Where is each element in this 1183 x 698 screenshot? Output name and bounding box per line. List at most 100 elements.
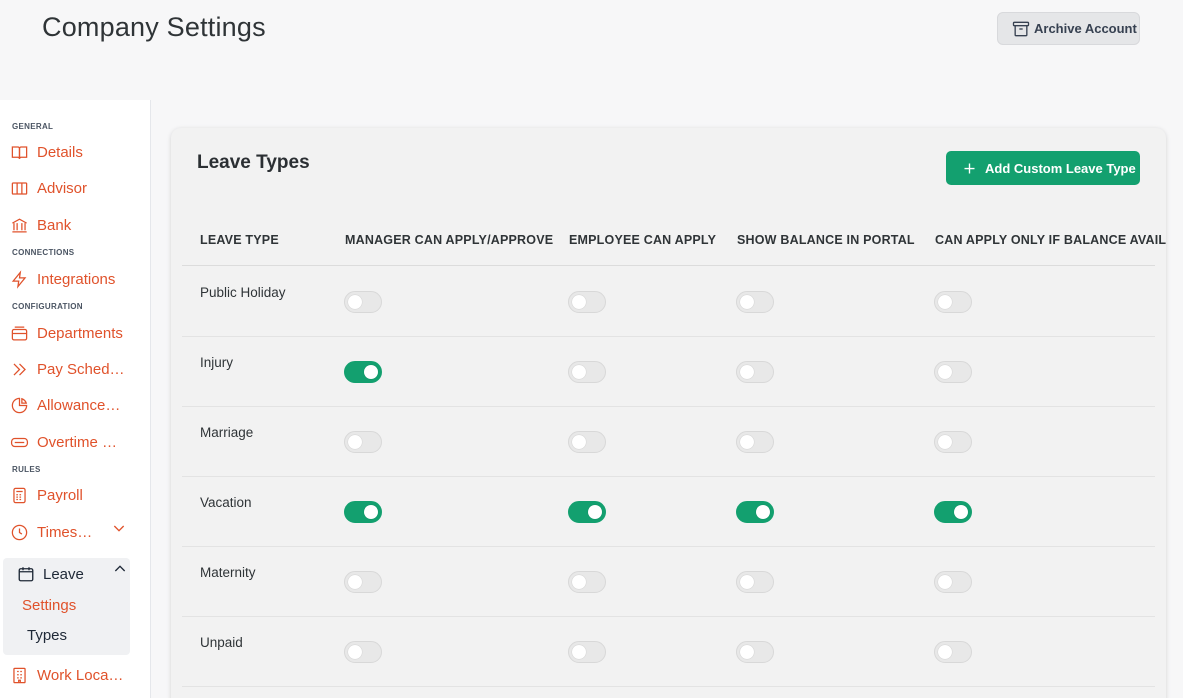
- toggle-balance-available[interactable]: [934, 291, 972, 313]
- card-icon: [10, 437, 29, 447]
- inbox-icon: [11, 326, 28, 340]
- column-header-show-balance: SHOW BALANCE IN PORTAL: [737, 233, 915, 247]
- sidebar-item-departments[interactable]: Departments: [10, 319, 146, 347]
- section-label-connections: CONNECTIONS: [12, 248, 75, 257]
- toggle-knob: [348, 295, 362, 309]
- table-row: Maternity: [182, 547, 1155, 617]
- toggle-employee-can-apply[interactable]: [568, 361, 606, 383]
- sidebar-item-label: Bank: [37, 216, 72, 234]
- building-icon: [13, 667, 26, 683]
- column-header-balance-available: CAN APPLY ONLY IF BALANCE AVAILABLE: [935, 233, 1166, 247]
- calculator-icon: [13, 487, 26, 503]
- sidebar-subitem-settings[interactable]: Settings: [22, 597, 76, 614]
- add-custom-leave-type-button[interactable]: Add Custom Leave Type: [946, 151, 1140, 185]
- leave-type-name: Marriage: [200, 425, 254, 440]
- toggle-knob: [348, 645, 362, 659]
- sidebar-item-allowances[interactable]: Allowances & Deductions: [10, 391, 146, 419]
- column-header-leave-type: LEAVE TYPE: [200, 233, 279, 247]
- toggle-knob: [740, 575, 754, 589]
- columns-icon: [11, 181, 28, 195]
- sidebar-item-label: Leave: [43, 565, 84, 583]
- column-header-employee: EMPLOYEE CAN APPLY: [569, 233, 717, 247]
- toggle-show-balance[interactable]: [736, 291, 774, 313]
- leave-type-name: Injury: [200, 355, 234, 370]
- toggle-knob: [938, 365, 952, 379]
- toggle-employee-can-apply[interactable]: [568, 431, 606, 453]
- toggle-employee-can-apply[interactable]: [568, 641, 606, 663]
- toggle-manager-can-apply[interactable]: [344, 431, 382, 453]
- toggle-show-balance[interactable]: [736, 361, 774, 383]
- toggle-knob: [572, 435, 586, 449]
- table-row: Injury: [182, 337, 1155, 407]
- toggle-show-balance[interactable]: [736, 571, 774, 593]
- leave-type-name: Maternity: [200, 565, 256, 580]
- toggle-knob: [938, 645, 952, 659]
- sidebar-item-label: Payroll: [37, 486, 83, 504]
- toggle-employee-can-apply[interactable]: [568, 291, 606, 313]
- sidebar-item-label: Timesheets: [37, 523, 97, 541]
- toggle-manager-can-apply[interactable]: [344, 571, 382, 593]
- toggle-show-balance[interactable]: [736, 501, 774, 523]
- toggle-manager-can-apply[interactable]: [344, 291, 382, 313]
- toggle-knob: [348, 435, 362, 449]
- toggle-knob: [364, 505, 378, 519]
- sidebar-item-overtime[interactable]: Overtime & Rates: [10, 428, 146, 456]
- sidebar: GENERAL Details Advisor Bank CONNECTIONS…: [0, 100, 151, 698]
- toggle-show-balance[interactable]: [736, 641, 774, 663]
- toggle-knob: [588, 505, 602, 519]
- sidebar-item-advisor[interactable]: Advisor: [10, 174, 146, 202]
- toggle-knob: [572, 365, 586, 379]
- sidebar-item-integrations[interactable]: Integrations: [10, 265, 146, 293]
- toggle-balance-available[interactable]: [934, 571, 972, 593]
- toggle-knob: [740, 295, 754, 309]
- double-chevron-icon: [13, 363, 26, 375]
- section-label-general: GENERAL: [12, 122, 54, 131]
- toggle-knob: [740, 435, 754, 449]
- toggle-knob: [572, 295, 586, 309]
- chevron-down-icon[interactable]: [111, 520, 127, 536]
- sidebar-item-details[interactable]: Details: [10, 138, 146, 166]
- toggle-balance-available[interactable]: [934, 641, 972, 663]
- sidebar-item-pay-schedules[interactable]: Pay Schedules: [10, 355, 146, 383]
- pie-chart-icon: [11, 397, 28, 413]
- page-title: Company Settings: [42, 12, 266, 42]
- toggle-knob: [364, 365, 378, 379]
- section-label-configuration: CONFIGURATION: [12, 302, 83, 311]
- table-row: Marriage: [182, 407, 1155, 477]
- leave-type-name: Unpaid: [200, 635, 243, 650]
- leave-type-name: Public Holiday: [200, 285, 286, 300]
- toggle-knob: [572, 575, 586, 589]
- toggle-employee-can-apply[interactable]: [568, 571, 606, 593]
- section-label-rules: RULES: [12, 465, 41, 474]
- toggle-knob: [938, 575, 952, 589]
- table-row: Unpaid: [182, 617, 1155, 687]
- sidebar-item-label: Overtime & Rates: [37, 433, 125, 451]
- toggle-balance-available[interactable]: [934, 361, 972, 383]
- toggle-employee-can-apply[interactable]: [568, 501, 606, 523]
- toggle-knob: [740, 365, 754, 379]
- add-custom-leave-type-label: Add Custom Leave Type: [985, 160, 1136, 176]
- card-title: Leave Types: [197, 152, 310, 173]
- sidebar-item-label: Integrations: [37, 270, 116, 288]
- sidebar-item-bank[interactable]: Bank: [10, 211, 146, 239]
- sidebar-item-label: Details: [37, 143, 83, 161]
- toggle-manager-can-apply[interactable]: [344, 501, 382, 523]
- toggle-manager-can-apply[interactable]: [344, 641, 382, 663]
- leave-nav-group: Leave Settings Types: [3, 558, 130, 655]
- toggle-manager-can-apply[interactable]: [344, 361, 382, 383]
- toggle-knob: [740, 645, 754, 659]
- sidebar-item-payroll[interactable]: Payroll: [10, 481, 146, 509]
- toggle-knob: [756, 505, 770, 519]
- toggle-show-balance[interactable]: [736, 431, 774, 453]
- toggle-knob: [572, 645, 586, 659]
- bolt-icon: [11, 269, 27, 289]
- chevron-up-icon[interactable]: [112, 561, 128, 577]
- toggle-balance-available[interactable]: [934, 501, 972, 523]
- archive-account-label: Archive Account: [1034, 21, 1137, 36]
- sidebar-item-leave[interactable]: Leave: [17, 565, 84, 583]
- sidebar-subitem-types[interactable]: Types: [27, 627, 67, 644]
- toggle-balance-available[interactable]: [934, 431, 972, 453]
- sidebar-item-work-locations[interactable]: Work Locations: [10, 661, 146, 689]
- sidebar-item-label: Allowances & Deductions: [37, 396, 125, 414]
- archive-account-button[interactable]: Archive Account: [997, 12, 1140, 45]
